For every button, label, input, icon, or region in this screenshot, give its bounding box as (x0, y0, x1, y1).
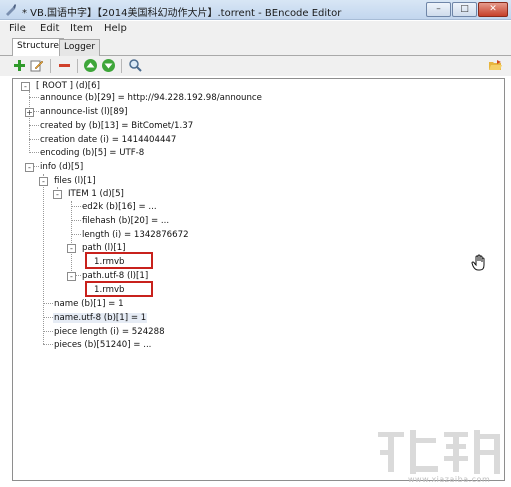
tree-connector (29, 91, 30, 151)
tree-node-label: piece length (i) = 524288 (54, 327, 165, 337)
highlight-box (85, 252, 153, 269)
tree-node-label: announce (b)[29] = http://94.228.192.98/… (40, 93, 262, 103)
tree-node-label: created by (b)[13] = BitComet/1.37 (40, 121, 194, 131)
menu-item[interactable]: Item (70, 23, 93, 34)
edit-icon[interactable] (29, 58, 44, 73)
tree-node-label: filehash (b)[20] = ... (82, 216, 170, 226)
tree-connector (29, 152, 39, 153)
move-down-icon[interactable] (101, 58, 116, 73)
tree-node-label: path.utf-8 (l)[1] (82, 271, 149, 281)
tree-node-label: ITEM 1 (d)[5] (68, 189, 124, 199)
tree-node-label: name.utf-8 (b)[1] = 1 (53, 313, 148, 323)
menu-file[interactable]: File (9, 23, 26, 34)
tab-strip: Structure Logger (0, 37, 511, 57)
tree-connector (43, 174, 44, 344)
hand-cursor-icon (471, 254, 485, 271)
search-icon[interactable] (128, 58, 143, 73)
menu-edit[interactable]: Edit (40, 23, 59, 34)
tree-connector (29, 125, 39, 126)
maximize-button[interactable]: □ (452, 2, 477, 17)
tree-node-label: info (d)[5] (40, 162, 84, 172)
collapse-icon[interactable]: - (53, 190, 62, 199)
tree-connector (29, 139, 39, 140)
tree-node-creation-date[interactable]: creation date (i) = 1414404447 (39, 134, 177, 146)
menu-bar: File Edit Item Help (0, 21, 511, 37)
tab-logger[interactable]: Logger (59, 39, 101, 56)
tree-node-announce[interactable]: announce (b)[29] = http://94.228.192.98/… (39, 92, 263, 104)
tree-node-label: length (i) = 1342876672 (82, 230, 189, 240)
tab-structure[interactable]: Structure (12, 38, 64, 57)
tree-node-pieces[interactable]: pieces (b)[51240] = ... (53, 339, 152, 351)
toolbar-separator (50, 59, 51, 73)
window-title: * VB.国语中字】【2014美国科幻动作大片】.torrent - BEnco… (22, 8, 342, 19)
tree-node-info[interactable]: - info (d)[5] (25, 161, 84, 173)
tree-connector (71, 234, 81, 235)
collapse-icon[interactable]: - (25, 163, 34, 172)
collapse-icon[interactable]: - (67, 244, 76, 253)
tree-node-name-utf8[interactable]: name.utf-8 (b)[1] = 1 (53, 312, 148, 324)
tree-connector (43, 331, 53, 332)
tree-node-created-by[interactable]: created by (b)[13] = BitComet/1.37 (39, 120, 194, 132)
move-up-icon[interactable] (83, 58, 98, 73)
watermark-logo (378, 430, 500, 474)
remove-icon[interactable] (57, 58, 72, 73)
tree-node-item-1[interactable]: - ITEM 1 (d)[5] (53, 188, 125, 200)
tree-node-length[interactable]: length (i) = 1342876672 (81, 229, 190, 241)
tree-connector (71, 206, 81, 207)
tree-connector (71, 201, 72, 281)
tree-node-label: [ ROOT ] (d)[6] (36, 81, 100, 91)
collapse-icon[interactable]: - (67, 272, 76, 281)
tree-node-label: announce-list (l)[89] (40, 107, 128, 117)
tree-node-label: files (l)[1] (54, 176, 96, 186)
menu-help[interactable]: Help (104, 23, 127, 34)
tree-node-piece-length[interactable]: piece length (i) = 524288 (53, 326, 166, 338)
tree-node-name[interactable]: name (b)[1] = 1 (53, 298, 125, 310)
tree-connector (29, 97, 39, 98)
toolbar (0, 56, 511, 76)
tree-node-ed2k[interactable]: ed2k (b)[16] = ... (81, 201, 158, 213)
app-icon (6, 4, 16, 16)
tree-node-label: encoding (b)[5] = UTF-8 (40, 148, 145, 158)
tree-node-filehash[interactable]: filehash (b)[20] = ... (81, 215, 170, 227)
open-folder-icon[interactable] (488, 58, 503, 73)
close-button[interactable]: ✕ (478, 2, 508, 17)
tree-connector (43, 303, 53, 304)
tree-node-label: pieces (b)[51240] = ... (54, 340, 152, 350)
toolbar-separator (121, 59, 122, 73)
collapse-icon[interactable]: - (39, 177, 48, 186)
watermark-url: www.xiazaiba.com (408, 475, 491, 484)
tree-connector (43, 317, 53, 318)
tree-connector (43, 344, 53, 345)
structure-tree[interactable]: - [ ROOT ] (d)[6] announce (b)[29] = htt… (12, 78, 505, 481)
tree-node-label: ed2k (b)[16] = ... (82, 202, 157, 212)
tree-node-announce-list[interactable]: + announce-list (l)[89] (25, 106, 129, 118)
highlight-box (85, 281, 153, 297)
add-icon[interactable] (12, 58, 27, 73)
title-bar: * VB.国语中字】【2014美国科幻动作大片】.torrent - BEnco… (0, 0, 511, 20)
expand-icon[interactable]: + (25, 108, 34, 117)
tree-node-label: name (b)[1] = 1 (54, 299, 124, 309)
collapse-icon[interactable]: - (21, 82, 30, 91)
minimize-button[interactable]: – (426, 2, 451, 17)
toolbar-separator (77, 59, 78, 73)
tree-node-root[interactable]: - [ ROOT ] (d)[6] (21, 80, 101, 92)
tree-connector (71, 220, 81, 221)
tree-node-files[interactable]: - files (l)[1] (39, 175, 97, 187)
tree-node-encoding[interactable]: encoding (b)[5] = UTF-8 (39, 147, 145, 159)
tree-node-label: creation date (i) = 1414404447 (40, 135, 177, 145)
